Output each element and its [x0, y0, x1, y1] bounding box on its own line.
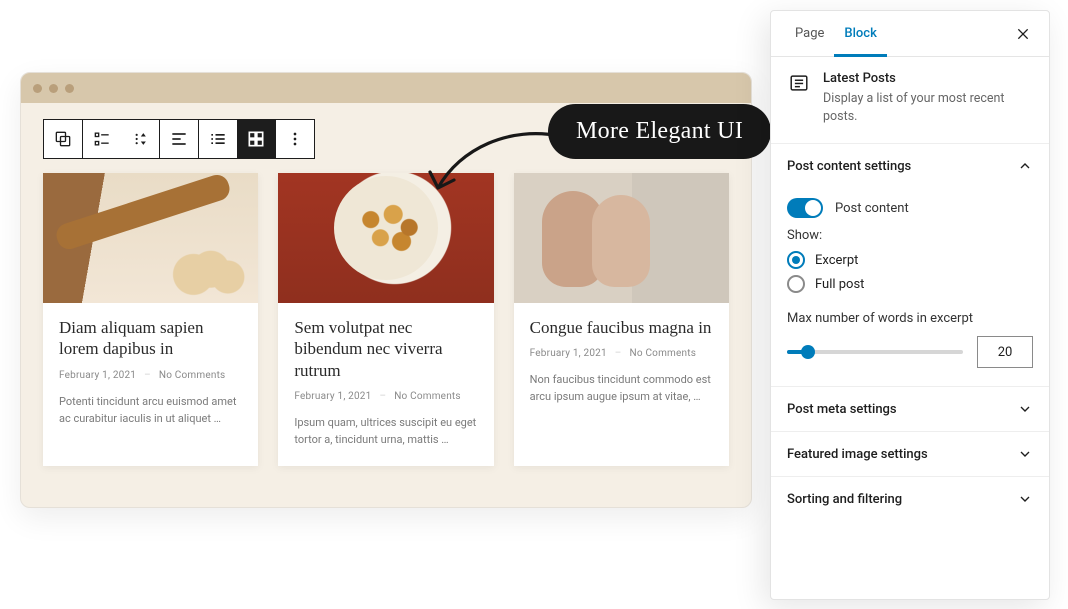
chevron-down-icon	[1017, 491, 1033, 507]
post-excerpt: Potenti tincidunt arcu euismod amet ac c…	[59, 393, 242, 427]
post-content-toggle[interactable]	[787, 198, 823, 218]
sidebar-tabs: Page Block	[771, 11, 1049, 57]
radio-label: Full post	[815, 277, 864, 292]
panel-title: Featured image settings	[787, 447, 928, 462]
block-toolbar	[43, 119, 315, 159]
panel-title: Post meta settings	[787, 402, 897, 417]
toggle-label: Post content	[835, 201, 909, 216]
radio-full-post[interactable]: Full post	[787, 275, 1033, 293]
post-title[interactable]: Sem volutpat nec bibendum nec viverra ru…	[294, 317, 477, 381]
panel-title: Post content settings	[787, 159, 911, 174]
post-thumbnail	[514, 173, 729, 303]
radio-icon	[787, 275, 805, 293]
max-words-input[interactable]: 20	[977, 336, 1033, 368]
panel-header-featured-image[interactable]: Featured image settings	[771, 432, 1049, 476]
max-words-slider[interactable]	[787, 350, 963, 354]
panel-post-content: Post content settings Post content Show:…	[771, 144, 1049, 387]
tab-page[interactable]: Page	[785, 11, 834, 57]
block-summary: Latest Posts Display a list of your most…	[771, 57, 1049, 144]
tab-block[interactable]: Block	[834, 11, 886, 57]
move-up-down-button[interactable]	[121, 120, 159, 158]
post-title[interactable]: Congue faucibus magna in	[530, 317, 713, 338]
editor-canvas: Diam aliquam sapien lorem dapibus in Feb…	[21, 103, 751, 488]
latest-posts-icon	[787, 71, 811, 95]
post-card[interactable]: Diam aliquam sapien lorem dapibus in Feb…	[43, 173, 258, 466]
show-label: Show:	[787, 228, 1033, 243]
list-view-button[interactable]	[83, 120, 121, 158]
post-comments: No Comments	[394, 391, 461, 402]
panel-title: Sorting and filtering	[787, 492, 902, 507]
max-words-label: Max number of words in excerpt	[787, 311, 1033, 326]
block-description: Display a list of your most recent posts…	[823, 90, 1033, 125]
chevron-down-icon	[1017, 446, 1033, 462]
radio-icon	[787, 251, 805, 269]
post-title[interactable]: Diam aliquam sapien lorem dapibus in	[59, 317, 242, 360]
settings-sidebar: Page Block Latest Posts Display a list o…	[770, 10, 1050, 600]
more-options-button[interactable]	[276, 120, 314, 158]
panel-header-sorting[interactable]: Sorting and filtering	[771, 477, 1049, 521]
panel-header-post-content[interactable]: Post content settings	[771, 144, 1049, 188]
callout-bubble: More Elegant UI	[548, 104, 771, 159]
post-thumbnail	[43, 173, 258, 303]
post-meta: February 1, 2021–No Comments	[59, 370, 242, 381]
close-sidebar-button[interactable]	[1011, 22, 1035, 46]
posts-grid: Diam aliquam sapien lorem dapibus in Feb…	[43, 173, 729, 466]
align-left-button[interactable]	[160, 120, 198, 158]
panel-header-post-meta[interactable]: Post meta settings	[771, 387, 1049, 431]
post-meta: February 1, 2021–No Comments	[530, 348, 713, 359]
block-name: Latest Posts	[823, 71, 1033, 86]
post-date: February 1, 2021	[59, 370, 136, 381]
post-meta: February 1, 2021–No Comments	[294, 391, 477, 402]
grid-layout-button[interactable]	[237, 120, 275, 158]
post-card[interactable]: Congue faucibus magna in February 1, 202…	[514, 173, 729, 466]
radio-label: Excerpt	[815, 253, 858, 268]
window-dot	[33, 84, 42, 93]
post-date: February 1, 2021	[294, 391, 371, 402]
browser-chrome	[21, 73, 751, 103]
post-thumbnail	[278, 173, 493, 303]
radio-excerpt[interactable]: Excerpt	[787, 251, 1033, 269]
post-comments: No Comments	[630, 348, 697, 359]
window-dot	[65, 84, 74, 93]
chevron-down-icon	[1017, 401, 1033, 417]
list-layout-button[interactable]	[199, 120, 237, 158]
post-date: February 1, 2021	[530, 348, 607, 359]
window-dot	[49, 84, 58, 93]
chevron-up-icon	[1017, 158, 1033, 174]
block-type-button[interactable]	[44, 120, 82, 158]
post-comments: No Comments	[159, 370, 226, 381]
post-card[interactable]: Sem volutpat nec bibendum nec viverra ru…	[278, 173, 493, 466]
post-excerpt: Ipsum quam, ultrices suscipit eu eget to…	[294, 414, 477, 448]
post-excerpt: Non faucibus tincidunt commodo est arcu …	[530, 371, 713, 405]
